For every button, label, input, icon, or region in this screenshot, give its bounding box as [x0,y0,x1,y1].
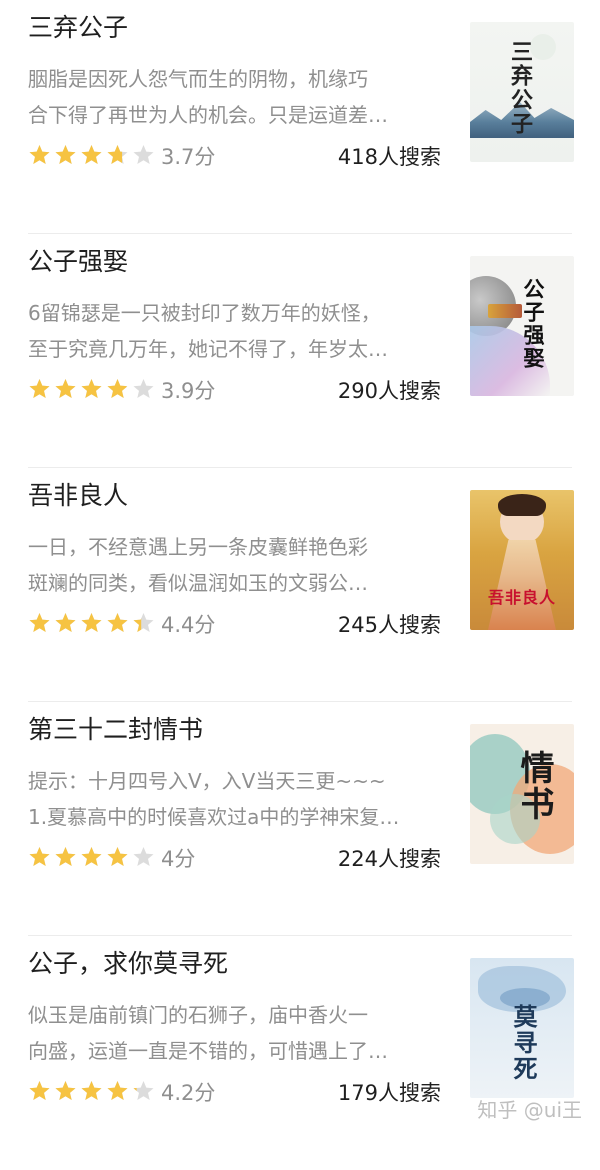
rating-score: 4分 [161,847,196,871]
search-count: 245人搜索 [337,613,441,637]
rating-score: 4.2分 [161,1081,216,1105]
search-count: 290人搜索 [337,379,441,403]
book-cover[interactable]: 莫寻死 [470,958,574,1098]
book-description-line: 胭脂是因死人怨气而生的阴物，机缘巧 [28,67,368,91]
book-description-line: 至于究竟几万年，她记不得了，年岁太… [28,337,388,361]
book-cover[interactable]: 三弃公子 [470,22,574,162]
book-description: 似玉是庙前镇门的石狮子，庙中香火一 向盛，运道一直是不错的，可惜遇上了… [28,997,446,1069]
star-icon [54,1080,77,1102]
star-rating [28,142,158,168]
star-rating [28,376,158,402]
book-list-item[interactable]: 第三十二封情书 提示：十月四号入V，入V当天三更~~~ 1.夏慕高中的时候喜欢过… [0,702,600,936]
book-description-line: 6留锦瑟是一只被封印了数万年的妖怪， [28,301,381,325]
star-icon [132,144,155,166]
star-icon [54,846,77,868]
star-icon [80,846,103,868]
star-icon [28,1080,51,1102]
search-count: 224人搜索 [337,847,441,871]
book-description: 胭脂是因死人怨气而生的阴物，机缘巧 合下得了再世为人的机会。只是运道差… [28,61,446,133]
star-icon [106,1080,129,1102]
book-list-item[interactable]: 公子强娶 6留锦瑟是一只被封印了数万年的妖怪， 至于究竟几万年，她记不得了，年岁… [0,234,600,468]
star-icon [54,144,77,166]
search-count: 179人搜索 [337,1081,441,1105]
star-icon [80,612,103,634]
rating-score: 3.9分 [161,379,216,403]
star-icon [28,612,51,634]
star-icon [106,144,129,166]
book-cover[interactable]: 公子强娶 [470,256,574,396]
cover-title: 吾非良人 [487,588,556,607]
star-icon [28,378,51,400]
star-icon [132,612,155,634]
book-description-line: 似玉是庙前镇门的石狮子，庙中香火一 [28,1003,368,1027]
star-icon [106,612,129,634]
cover-title: 三弃公子 [507,40,533,136]
book-description-line: 向盛，运道一直是不错的，可惜遇上了… [28,1039,388,1063]
star-icon [132,378,155,400]
book-title[interactable]: 吾非良人 [28,476,128,512]
star-icon [132,846,155,868]
star-icon [54,378,77,400]
book-list-item[interactable]: 三弃公子 胭脂是因死人怨气而生的阴物，机缘巧 合下得了再世为人的机会。只是运道差… [0,0,600,234]
book-title[interactable]: 公子，求你莫寻死 [28,944,228,980]
book-cover[interactable]: 吾非良人 [470,490,574,630]
star-rating [28,844,158,870]
book-title[interactable]: 三弃公子 [28,8,128,44]
star-icon [132,1080,155,1102]
star-icon [106,378,129,400]
book-description-line: 合下得了再世为人的机会。只是运道差… [28,103,388,127]
book-list-item[interactable]: 吾非良人 一日，不经意遇上另一条皮囊鲜艳色彩 斑斓的同类，看似温润如玉的文弱公…… [0,468,600,702]
star-icon [80,144,103,166]
star-icon [54,612,77,634]
book-cover[interactable]: 情书 [470,724,574,864]
search-count: 418人搜索 [337,145,441,169]
star-icon [80,1080,103,1102]
star-icon [28,144,51,166]
star-rating [28,1078,158,1104]
cover-title: 公子强娶 [521,278,546,370]
rating-score: 4.4分 [161,613,216,637]
book-description: 一日，不经意遇上另一条皮囊鲜艳色彩 斑斓的同类，看似温润如玉的文弱公… [28,529,446,601]
star-rating [28,610,158,636]
book-title[interactable]: 第三十二封情书 [28,710,203,746]
star-icon [80,378,103,400]
book-description: 6留锦瑟是一只被封印了数万年的妖怪， 至于究竟几万年，她记不得了，年岁太… [28,295,446,367]
book-description-line: 1.夏慕高中的时候喜欢过a中的学神宋复… [28,805,400,829]
book-title[interactable]: 公子强娶 [28,242,128,278]
watermark: 知乎 @ui王 [477,1098,582,1122]
cover-title: 情书 [514,750,554,822]
rating-score: 3.7分 [161,145,216,169]
star-icon [28,846,51,868]
book-description-line: 斑斓的同类，看似温润如玉的文弱公… [28,571,368,595]
book-description-line: 一日，不经意遇上另一条皮囊鲜艳色彩 [28,535,368,559]
book-description-line: 提示：十月四号入V，入V当天三更~~~ [28,769,386,793]
book-list-item[interactable]: 公子，求你莫寻死 似玉是庙前镇门的石狮子，庙中香火一 向盛，运道一直是不错的，可… [0,936,600,1170]
star-icon [106,846,129,868]
cover-title: 莫寻死 [509,1004,538,1082]
book-description: 提示：十月四号入V，入V当天三更~~~ 1.夏慕高中的时候喜欢过a中的学神宋复… [28,763,446,835]
